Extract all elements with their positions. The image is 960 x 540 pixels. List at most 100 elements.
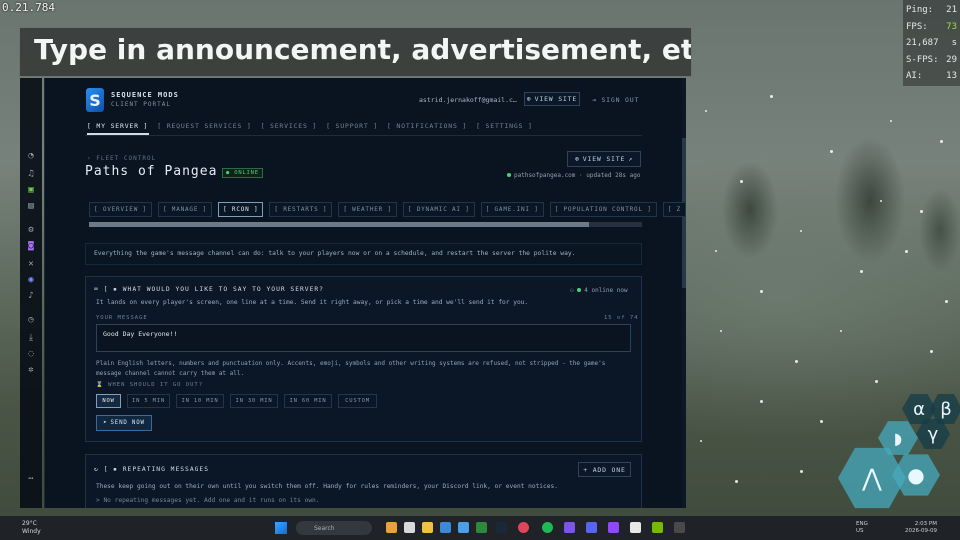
tab-game-ini[interactable]: [ GAME.INI ]: [480, 202, 544, 217]
app-icon-9[interactable]: [674, 522, 685, 533]
snow-flake: [760, 400, 763, 403]
app-icon-4[interactable]: [458, 522, 469, 533]
app-icon-3[interactable]: [440, 522, 451, 533]
x-icon[interactable]: ✕: [25, 258, 37, 270]
when-label: ⌛ WHEN SHOULD IT GO OUT?: [96, 382, 204, 388]
nav-services[interactable]: [ SERVICES ]: [261, 122, 318, 130]
repeating-empty-state: > No repeating messages yet. Add one and…: [96, 497, 320, 504]
download-icon[interactable]: ⤓: [25, 332, 37, 344]
snow-flake: [905, 250, 908, 253]
add-repeating-button[interactable]: + ADD ONE: [578, 462, 631, 477]
nav-support[interactable]: [ SUPPORT ]: [326, 122, 378, 130]
tab-weather[interactable]: [ WEATHER ]: [338, 202, 397, 217]
repeat-icon: ↻ [ ▪: [94, 466, 123, 473]
broadcast-title: ⌨ [ ▪ WHAT WOULD YOU LIKE TO SAY TO YOUR…: [94, 286, 324, 293]
charset-note: Plain English letters, numbers and punct…: [96, 360, 606, 377]
tab-restarts[interactable]: [ RESTARTS ]: [269, 202, 333, 217]
twitch-taskbar-icon[interactable]: [608, 522, 619, 533]
snow-flake: [705, 110, 707, 112]
bell-icon[interactable]: ♫: [25, 168, 37, 180]
nav-request-services[interactable]: [ REQUEST SERVICES ]: [157, 122, 251, 130]
app-icon-1[interactable]: [386, 522, 397, 533]
send-now-button[interactable]: ➤ SEND NOW: [96, 415, 152, 431]
time-60-min-button[interactable]: IN 60 MIN: [284, 394, 332, 408]
char-count: 15 of 74: [604, 315, 639, 321]
nav-settings[interactable]: [ SETTINGS ]: [476, 122, 533, 130]
time-now-button[interactable]: NOW: [96, 394, 121, 408]
folder-icon[interactable]: [422, 522, 433, 533]
steam-icon[interactable]: [496, 522, 507, 533]
discord-icon[interactable]: ◉: [25, 274, 37, 286]
snow-flake: [760, 290, 763, 293]
windows-start-icon[interactable]: [275, 522, 287, 534]
app-icon-6[interactable]: [518, 522, 529, 533]
globe-icon: ⊕: [575, 155, 580, 163]
sign-out-button[interactable]: ⇥ SIGN OUT: [592, 96, 639, 104]
server-view-site-button[interactable]: ⊕ VIEW SITE ↗: [567, 151, 641, 167]
nvidia-icon[interactable]: [652, 522, 663, 533]
tab-manage[interactable]: [ MANAGE ]: [157, 202, 213, 217]
tab-overflow[interactable]: [ Z: [662, 202, 686, 217]
send-icon: ➤: [103, 420, 108, 426]
tab-rcon[interactable]: [ RCON ]: [218, 202, 264, 217]
discord-taskbar-icon[interactable]: [586, 522, 597, 533]
online-count: ⚇ 4 online now: [570, 287, 628, 294]
water-drop-icon: ●: [907, 463, 925, 487]
repeating-title: ↻ [ ▪ REPEATING MESSAGES: [94, 466, 209, 473]
nav-my-server[interactable]: [ MY SERVER ]: [87, 122, 148, 130]
snow-flake: [715, 250, 717, 252]
mail-icon[interactable]: ▤: [25, 200, 37, 212]
spotify-icon[interactable]: [542, 522, 553, 533]
stat-ai: AI: 13: [906, 71, 957, 82]
breadcrumb: › FLEET CONTROL: [87, 155, 157, 162]
more-icon[interactable]: ⋯: [25, 473, 37, 485]
tab-dynamic-ai[interactable]: [ DYNAMIC AI ]: [402, 202, 475, 217]
snow-flake: [880, 200, 882, 202]
app-icon[interactable]: ▣: [25, 184, 37, 196]
snow-flake: [740, 180, 743, 183]
tab-population-control[interactable]: [ POPULATION CONTROL ]: [549, 202, 657, 217]
broadcast-description: It lands on every player's screen, one l…: [96, 299, 529, 306]
snow-flake: [735, 480, 738, 483]
stat-server-fps: S-FPS: 29: [906, 54, 957, 65]
language-indicator[interactable]: ENG US: [856, 521, 868, 535]
page-title: Paths of Pangea: [85, 164, 218, 179]
tiktok-icon[interactable]: ♪: [25, 290, 37, 302]
people-icon: ⚇: [570, 287, 578, 294]
history-icon[interactable]: ◔: [25, 150, 37, 162]
snow-flake: [770, 95, 773, 98]
taskbar-search[interactable]: Search: [296, 521, 372, 535]
header-view-site-button[interactable]: ⊕ VIEW SITE: [524, 92, 580, 106]
snow-flake: [940, 140, 943, 143]
stat-time: 21,687 s: [906, 38, 957, 49]
clock-icon[interactable]: ◷: [25, 314, 37, 326]
snow-flake: [800, 470, 803, 473]
gear-icon[interactable]: ✲: [25, 364, 37, 376]
settings-icon[interactable]: ⚙: [25, 224, 37, 236]
chat-icon[interactable]: ◌: [25, 348, 37, 360]
weather-widget[interactable]: 29°C Windy: [22, 520, 41, 536]
twitch-icon[interactable]: ◙: [25, 240, 37, 252]
snow-flake: [840, 330, 842, 332]
tabs-scroll-thumb[interactable]: [89, 222, 589, 227]
time-5-min-button[interactable]: IN 5 MIN: [127, 394, 170, 408]
server-url: pathsofpangea.com · updated 28s ago: [507, 172, 640, 179]
app-icon-5[interactable]: [476, 522, 487, 533]
rcon-intro: Everything the game's message channel ca…: [85, 243, 642, 265]
performance-stats: Ping: 21 FPS: 73 21,687 s S-FPS: 29 AI: 13: [903, 0, 960, 86]
snow-flake: [800, 230, 802, 232]
nav-notifications[interactable]: [ NOTIFICATIONS ]: [387, 122, 467, 130]
system-clock[interactable]: 2:03 PM 2026-09-09: [905, 521, 937, 535]
main-nav: [ MY SERVER ] [ REQUEST SERVICES ] [ SER…: [87, 122, 533, 130]
app-icon-2[interactable]: [404, 522, 415, 533]
message-input[interactable]: Good Day Everyone!!: [96, 324, 631, 352]
footprint-icon: ⋀: [862, 464, 882, 492]
app-icon-7[interactable]: [564, 522, 575, 533]
app-icon-8[interactable]: [630, 522, 641, 533]
snow-flake: [920, 210, 923, 213]
time-30-min-button[interactable]: IN 30 MIN: [230, 394, 278, 408]
time-custom-button[interactable]: CUSTOM: [338, 394, 377, 408]
time-10-min-button[interactable]: IN 10 MIN: [176, 394, 224, 408]
tab-overview[interactable]: [ OVERVIEW ]: [89, 202, 152, 217]
chat-bubble-icon: ⌨ [ ▪: [94, 286, 123, 293]
